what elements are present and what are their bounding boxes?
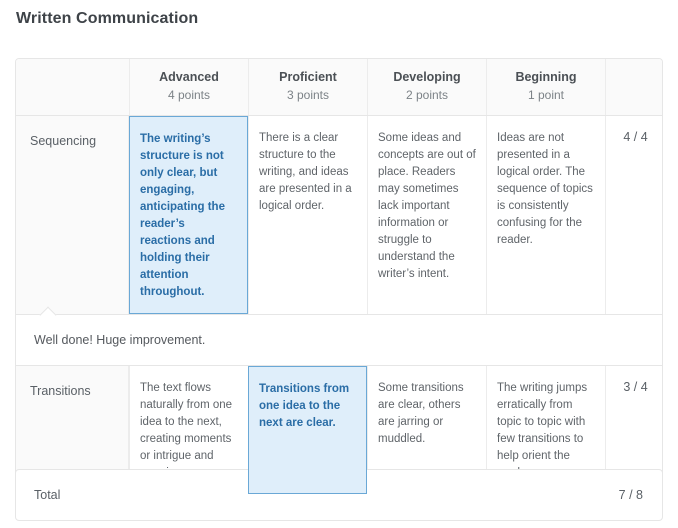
header-points: 4 points bbox=[167, 88, 211, 102]
rating-cell-beginning[interactable]: Ideas are not presented in a logical ord… bbox=[486, 116, 605, 314]
rubric-table: Advanced 4 points Proficient 3 points De… bbox=[15, 58, 663, 495]
header-title: Proficient bbox=[279, 70, 337, 84]
header-points: 3 points bbox=[286, 88, 330, 102]
page-title: Written Communication bbox=[16, 10, 199, 27]
rating-cell-advanced[interactable]: The writing’s structure is not only clea… bbox=[129, 116, 248, 314]
rating-cell-proficient[interactable]: There is a clear structure to the writin… bbox=[248, 116, 367, 314]
header-cell-proficient: Proficient 3 points bbox=[248, 59, 367, 115]
header-cell-score bbox=[605, 59, 662, 115]
header-title: Developing bbox=[393, 70, 461, 84]
rubric-page: Written Communication Advanced 4 points … bbox=[0, 10, 678, 528]
rating-cell-proficient[interactable]: Transitions from one idea to the next ar… bbox=[248, 366, 367, 494]
header-title: Beginning bbox=[515, 70, 577, 84]
rubric-header-row: Advanced 4 points Proficient 3 points De… bbox=[16, 59, 662, 116]
header-cell-developing: Developing 2 points bbox=[367, 59, 486, 115]
header-points: 2 points bbox=[405, 88, 449, 102]
rating-cell-developing[interactable]: Some ideas and concepts are out of place… bbox=[367, 116, 486, 314]
criterion-comment-row[interactable]: Well done! Huge improvement. bbox=[16, 306, 662, 365]
header-cell-advanced: Advanced 4 points bbox=[129, 59, 248, 115]
header-cell-criterion bbox=[16, 59, 129, 115]
criterion-name: Sequencing bbox=[16, 116, 129, 314]
criterion-comment-text: Well done! Huge improvement. bbox=[34, 333, 206, 347]
total-value: 7 / 8 bbox=[618, 488, 643, 502]
header-title: Advanced bbox=[159, 70, 219, 84]
header-points: 1 point bbox=[527, 88, 565, 102]
header-cell-beginning: Beginning 1 point bbox=[486, 59, 605, 115]
criterion-score: 4 / 4 bbox=[605, 116, 662, 314]
total-label: Total bbox=[34, 488, 61, 502]
table-row: Sequencing The writing’s structure is no… bbox=[16, 116, 662, 314]
